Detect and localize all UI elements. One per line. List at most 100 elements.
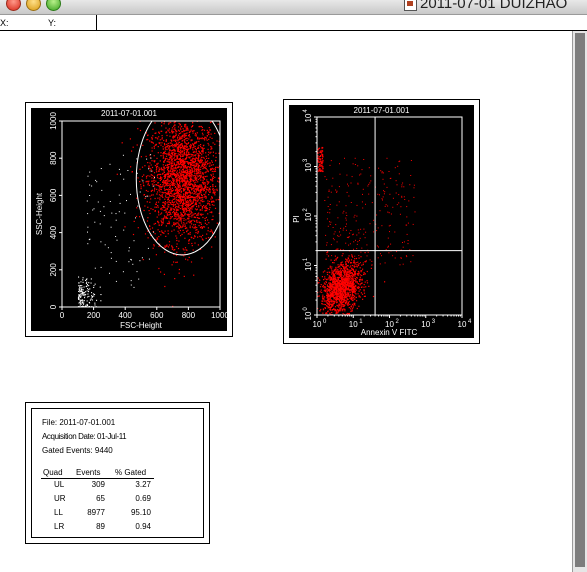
event-dot (352, 262, 354, 264)
event-dot (200, 192, 202, 194)
event-dot (348, 195, 350, 197)
event-dot (353, 241, 355, 243)
event-dot (196, 152, 198, 155)
event-dot (358, 257, 360, 259)
event-dot (331, 268, 333, 270)
event-dot (170, 217, 172, 219)
event-dot (142, 259, 144, 261)
event-dot (173, 110, 174, 111)
event-dot (186, 127, 188, 129)
y-tick-label: 0 (49, 304, 58, 309)
event-dot (151, 194, 153, 196)
event-dot (329, 208, 331, 210)
quadrant-plot-panel[interactable]: 2011-07-01.001 10 0 10 1 10 2 10 3 10 4 10 0 10 1 10 2 1… (289, 105, 474, 338)
event-dot (214, 132, 216, 134)
event-dot (175, 140, 177, 142)
event-dot (212, 151, 214, 153)
event-dot (165, 182, 167, 184)
event-dot (197, 181, 199, 183)
event-dot (160, 195, 162, 197)
event-dot (180, 227, 182, 229)
event-dot (205, 112, 206, 113)
event-dot (329, 295, 331, 297)
event-dot (184, 247, 187, 249)
event-dot (381, 172, 383, 174)
event-dot (345, 219, 347, 221)
event-dot (172, 198, 174, 200)
event-dot (186, 151, 188, 153)
event-dot (167, 246, 170, 248)
event-dot (346, 280, 348, 282)
event-dot (158, 194, 161, 196)
event-dot (387, 205, 389, 207)
event-dot (180, 202, 182, 204)
event-dot (337, 279, 339, 281)
scatter-dot (139, 191, 141, 193)
event-dot (319, 310, 321, 312)
scrollbar-thumb[interactable] (575, 33, 585, 567)
event-dot (341, 295, 344, 298)
event-dot (162, 110, 163, 111)
event-dot (200, 138, 202, 140)
debris-dot (86, 283, 88, 285)
event-dot (181, 180, 183, 182)
x-tick-label: 400 (119, 311, 133, 320)
event-dot (143, 174, 145, 176)
event-dot (168, 206, 170, 208)
event-dot (325, 312, 327, 314)
event-dot (353, 269, 355, 271)
scatter-dot (153, 231, 155, 233)
minimize-window-button[interactable] (26, 0, 41, 11)
event-dot (154, 122, 156, 124)
debris-dot (91, 296, 93, 298)
debris-dot (82, 300, 84, 302)
event-dot (226, 156, 227, 157)
event-dot (212, 177, 214, 179)
event-dot (162, 157, 164, 159)
event-dot (177, 194, 179, 196)
event-dot (204, 136, 206, 138)
scatter-dot (99, 210, 101, 212)
debris-dot (78, 285, 80, 287)
event-dot (211, 137, 213, 139)
event-dot (191, 245, 193, 247)
event-dot (192, 201, 194, 203)
scatter-dot (128, 247, 130, 249)
event-dot (221, 192, 222, 193)
event-dot (345, 242, 347, 244)
zoom-window-button[interactable] (46, 0, 61, 11)
event-dot (392, 206, 394, 208)
event-dot (344, 295, 346, 297)
event-dot (189, 211, 191, 213)
debris-dot (86, 290, 88, 292)
event-dot (198, 190, 200, 192)
event-dot (185, 207, 187, 209)
event-dot (348, 279, 350, 281)
event-dot (224, 176, 225, 177)
event-dot (170, 121, 172, 124)
event-dot (189, 194, 191, 196)
scatter-plot-panel[interactable]: 2011-07-01.001 0 200 400 600 800 1000 0 200 400 6… (31, 108, 227, 331)
event-dot (342, 281, 344, 283)
event-dot (329, 312, 331, 314)
event-dot (334, 308, 336, 310)
vertical-scrollbar[interactable] (572, 31, 587, 572)
event-dot (358, 279, 360, 281)
event-dot (153, 146, 155, 148)
event-dot (182, 183, 184, 185)
scatter-dot (101, 189, 103, 191)
close-window-button[interactable] (6, 0, 21, 11)
quadrant-plot-svg: 10 0 10 1 10 2 10 3 10 4100101102103104 Annexin V… (292, 109, 472, 337)
event-dot (362, 193, 363, 195)
event-dot (187, 207, 189, 209)
event-dot (183, 139, 185, 141)
event-dot (352, 306, 354, 308)
event-dot (349, 232, 351, 234)
event-dot (365, 286, 367, 288)
event-dot (176, 243, 178, 245)
event-dot (192, 175, 194, 177)
event-dot (390, 243, 392, 245)
event-dot (341, 255, 343, 257)
event-dot (190, 210, 192, 212)
event-dot (353, 273, 355, 275)
